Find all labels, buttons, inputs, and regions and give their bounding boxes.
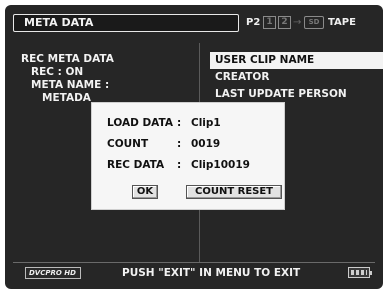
rec-data-label: REC DATA [107, 159, 165, 171]
separator: : [177, 159, 182, 171]
load-data-value: Clip1 [191, 117, 221, 129]
footer-divider [13, 262, 375, 263]
menu-item-creator[interactable]: CREATOR [210, 69, 383, 86]
card-slot-1-indicator: 1 [263, 16, 276, 29]
dialog-row-load-data: LOAD DATA: Clip1 [107, 116, 221, 130]
rec-data-value: Clip10019 [191, 159, 250, 171]
dialog-row-count: COUNT:0019 [107, 137, 220, 151]
count-label: COUNT [107, 138, 149, 150]
arrow-icon: → [293, 17, 302, 28]
right-menu-panel: USER CLIP NAME CREATOR LAST UPDATE PERSO… [210, 52, 383, 103]
count-value: 0019 [191, 138, 221, 150]
separator: : [177, 117, 182, 129]
load-data-dialog: LOAD DATA: Clip1 COUNT:0019 REC DATA: Clip… [91, 102, 285, 210]
dialog-row-rec-data: REC DATA: Clip10019 [107, 158, 250, 172]
sd-card-indicator: SD [304, 16, 324, 29]
menu-title: META DATA [13, 14, 239, 32]
left-menu-line[interactable]: META NAME : [21, 79, 114, 92]
battery-icon [348, 267, 372, 278]
p2-mode-label: P2 [246, 17, 261, 28]
menu-item-user-clip-name[interactable]: USER CLIP NAME [210, 52, 383, 69]
menu-item-last-update-person[interactable]: LAST UPDATE PERSON [210, 86, 383, 103]
card-slot-2-indicator: 2 [278, 16, 291, 29]
separator: : [177, 138, 182, 150]
left-menu-panel: REC META DATA REC : ON META NAME : METAD… [21, 53, 114, 105]
ok-button[interactable]: OK [132, 185, 158, 199]
viewfinder-screen: META DATA P2 1 2 → SD TAPE REC META DATA… [5, 5, 383, 289]
status-message: PUSH "EXIT" IN MENU TO EXIT [122, 267, 301, 279]
count-reset-button[interactable]: COUNT RESET [186, 185, 282, 199]
tape-label: TAPE [328, 17, 356, 28]
load-data-label: LOAD DATA [107, 117, 173, 129]
left-menu-line[interactable]: REC : ON [21, 66, 114, 79]
left-menu-line: REC META DATA [21, 53, 114, 65]
dvcpro-hd-logo: DVCPRO HD [25, 267, 81, 279]
